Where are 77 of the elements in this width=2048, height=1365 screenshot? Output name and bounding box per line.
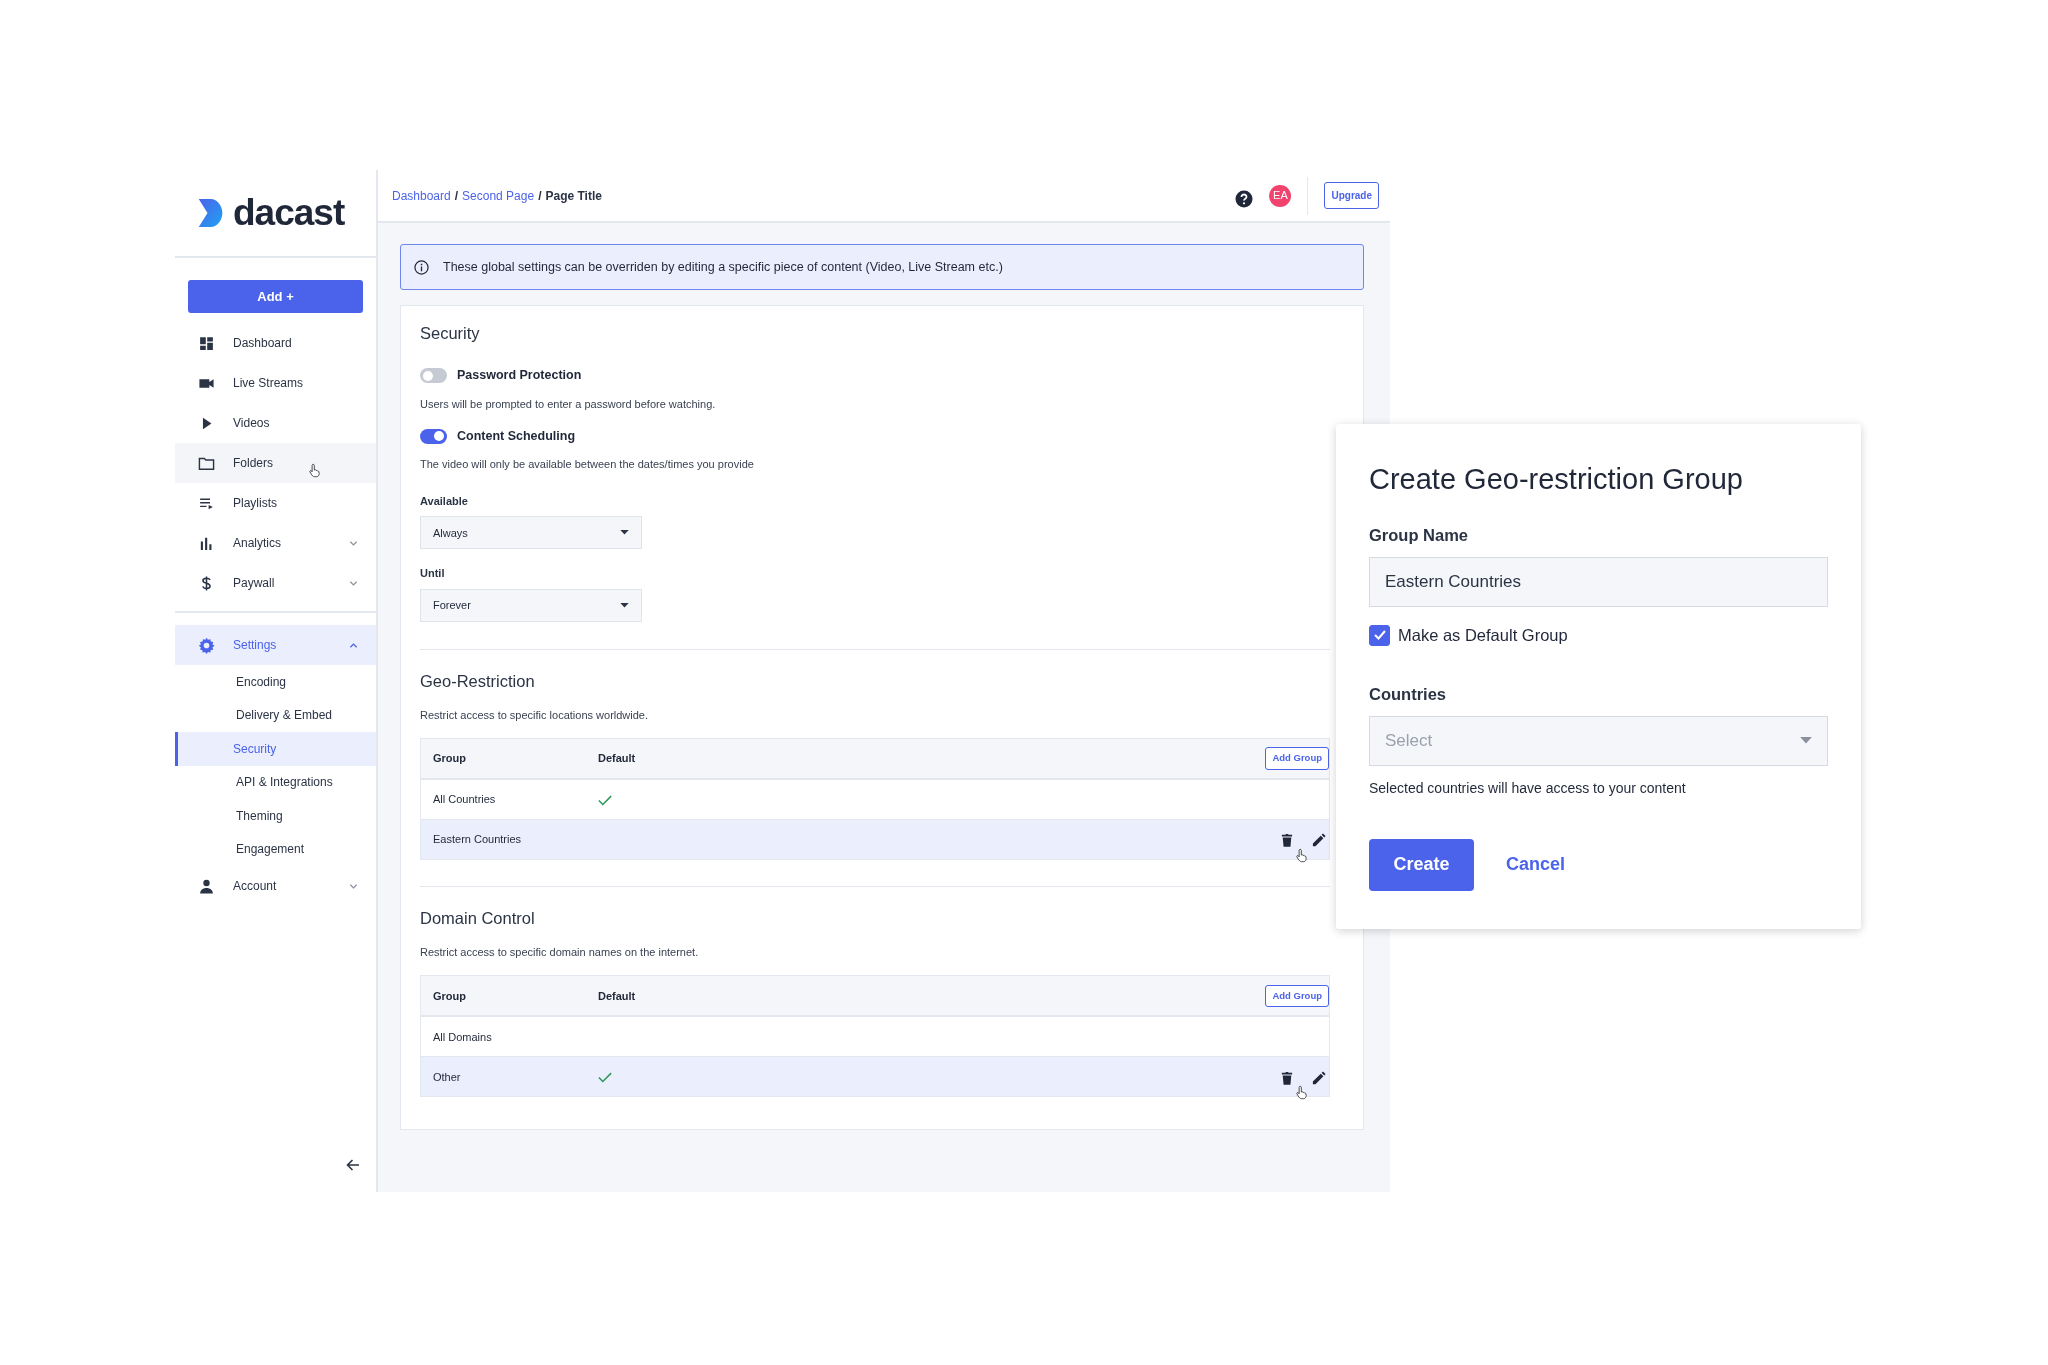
trash-icon [1281, 1070, 1293, 1085]
create-button[interactable]: Create [1369, 839, 1474, 891]
grid-icon [198, 334, 215, 352]
sidebar-item[interactable]: Paywall [175, 563, 376, 603]
sidebar-item[interactable]: Playlists [175, 483, 376, 523]
chevron-up-icon [349, 640, 358, 650]
table-cell-text: All Domains [433, 1029, 493, 1045]
section-title: Security [420, 324, 481, 344]
sidebar-subitem[interactable]: Delivery & Embed [175, 698, 376, 732]
sidebar-item[interactable]: Live Streams [175, 363, 376, 403]
logo-chevron-icon [197, 198, 225, 228]
person-icon [198, 877, 215, 895]
caret-down-icon [1800, 737, 1812, 745]
toggle-description: Users will be prompted to enter a password before watching. [420, 396, 717, 412]
avatar[interactable]: EA [1269, 184, 1292, 207]
help-icon [1235, 190, 1254, 209]
settings-icon [198, 636, 215, 654]
toggle-description: The video will only be available between the dates/times you provide [420, 457, 755, 473]
checkbox-label: Make as Default Group [1398, 625, 1568, 646]
breadcrumb-current: Page Title [545, 187, 602, 205]
info-text: These global settings can be overriden by editing a specific piece of content (Video, Live Stream etc.) [443, 258, 1003, 276]
field-label: Countries [1369, 683, 1447, 705]
toggle-switch[interactable] [420, 428, 447, 444]
hand-cursor-icon [1295, 1085, 1308, 1101]
info-icon [414, 259, 429, 275]
section-title: Domain Control [420, 909, 536, 929]
breadcrumb-separator: / [538, 187, 542, 205]
sidebar-subitem[interactable]: Engagement [175, 832, 376, 866]
column-header: Group [433, 751, 467, 767]
help-text: Selected countries will have access to your content [1369, 779, 1687, 798]
sidebar-item[interactable]: Settings [175, 625, 376, 665]
sidebar-subitem[interactable]: API & Integrations [175, 765, 376, 799]
pencil-icon [1312, 1070, 1326, 1085]
caret-down-icon [620, 602, 629, 608]
add-button[interactable]: Add + [188, 280, 363, 313]
section-description: Restrict access to specific domain names on the internet. [420, 944, 700, 960]
pencil-icon [1312, 833, 1326, 848]
sidebar-subitem[interactable]: Encoding [175, 665, 376, 699]
toggle-label: Content Scheduling [457, 427, 576, 445]
add-group-button[interactable]: Add Group [1265, 984, 1329, 1007]
field-label: Available [420, 493, 469, 509]
add-group-button[interactable]: Add Group [1265, 747, 1329, 770]
checkmark-icon [1373, 630, 1386, 641]
hand-cursor-icon [308, 463, 321, 478]
dropdown[interactable]: Forever [420, 588, 642, 622]
cancel-button[interactable]: Cancel [1498, 851, 1574, 879]
sidebar-subitem[interactable]: Theming [175, 799, 376, 833]
section-title: Geo-Restriction [420, 671, 536, 692]
table-cell-text: Eastern Countries [433, 832, 523, 848]
dialog-title: Create Geo-restriction Group [1369, 462, 1744, 497]
dropdown[interactable]: Always [420, 516, 642, 550]
sidebar-item[interactable]: Folders [175, 443, 376, 483]
breadcrumb-link[interactable]: Dashboard [392, 186, 451, 205]
checkbox[interactable] [1369, 624, 1390, 646]
toggle-label: Password Protection [457, 367, 582, 385]
field-label: Group Name [1369, 524, 1470, 546]
sidebar-subitem[interactable]: Security [175, 732, 376, 766]
table-cell-text: All Countries [433, 792, 497, 808]
upgrade-button[interactable]: Upgrade [1324, 182, 1379, 209]
hand-cursor-icon [1295, 848, 1308, 864]
column-header: Default [598, 751, 636, 767]
toggle-switch[interactable] [420, 368, 447, 384]
breadcrumb-link[interactable]: Second Page [462, 186, 535, 205]
field-label: Until [420, 566, 446, 582]
column-header: Default [598, 988, 636, 1004]
sidebar-item[interactable]: Account [175, 866, 376, 906]
table-cell-text: Other [433, 1069, 462, 1085]
group-name-field[interactable]: Eastern Countries [1369, 556, 1828, 607]
trash-icon [1281, 833, 1293, 848]
sidebar-item[interactable]: Dashboard [175, 323, 376, 363]
sidebar-item[interactable]: Videos [175, 403, 376, 443]
caret-down-icon [620, 530, 629, 536]
sidebar-item[interactable]: Analytics [175, 523, 376, 563]
column-header: Group [433, 988, 467, 1004]
section-description: Restrict access to specific locations worldwide. [420, 707, 650, 723]
logo-wordmark: dacast [233, 191, 345, 236]
breadcrumb-separator: / [454, 187, 459, 205]
